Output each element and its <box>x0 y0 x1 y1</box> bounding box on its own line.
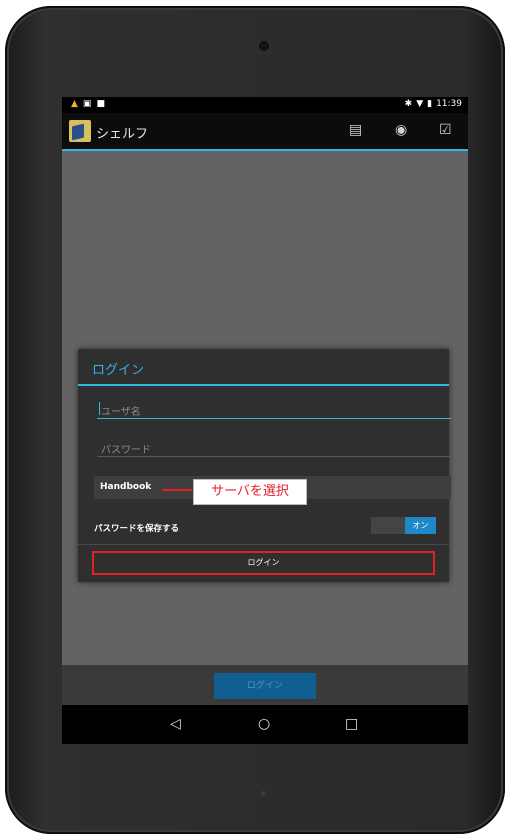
dialog-title-divider <box>78 384 449 386</box>
app-title: シェルフ <box>96 127 149 142</box>
battery-icon: ▮ <box>427 99 433 109</box>
callout-label: サーバを選択 <box>193 479 307 505</box>
front-camera <box>259 41 269 51</box>
bottom-bar: ログイン <box>62 665 468 705</box>
sensor-dot <box>261 791 266 796</box>
login-dialog: ログイン ユーザ名 パスワード Handbook サーバを選択 パスワードを保存… <box>78 349 451 582</box>
password-field[interactable]: パスワード <box>97 439 451 457</box>
broadcast-icon[interactable]: ◉ <box>395 122 407 138</box>
save-password-toggle[interactable]: オン <box>371 517 436 534</box>
text-cursor <box>99 402 100 415</box>
content-area: ログイン ユーザ名 パスワード Handbook サーバを選択 パスワードを保存… <box>62 151 468 665</box>
image-icon: ▣ <box>82 99 92 109</box>
server-value: Handbook <box>100 482 152 492</box>
username-placeholder: ユーザ名 <box>101 407 141 418</box>
device-screen: ▲ ▣ ■ ✱ ▼ ▮ 11:39 シェルフ ▤ ◉ ☑ ログイン ユーザ名 パ… <box>62 97 468 744</box>
action-bar: シェルフ ▤ ◉ ☑ <box>62 113 468 151</box>
status-time: 11:39 <box>436 99 462 109</box>
password-placeholder: パスワード <box>101 445 151 456</box>
shelf-icon[interactable]: ▤ <box>349 122 362 138</box>
bottom-login-button[interactable]: ログイン <box>214 673 316 699</box>
highlight-box <box>92 551 435 575</box>
navigation-bar: ◁ ○ □ <box>62 705 468 744</box>
status-bar: ▲ ▣ ■ ✱ ▼ ▮ 11:39 <box>62 97 468 113</box>
app-icon[interactable] <box>69 120 91 142</box>
password-underline <box>97 456 451 457</box>
wifi-icon: ▼ <box>416 99 424 109</box>
save-password-label: パスワードを保存する <box>94 524 180 534</box>
toggle-on-state: オン <box>405 517 436 534</box>
username-underline <box>97 418 451 419</box>
back-icon[interactable]: ◁ <box>170 716 181 732</box>
recents-icon[interactable]: □ <box>345 716 358 732</box>
warning-icon: ▲ <box>71 99 78 109</box>
callout-pointer <box>162 489 192 491</box>
home-icon[interactable]: ○ <box>258 716 270 732</box>
checkbox-icon[interactable]: ☑ <box>439 122 452 138</box>
dialog-title: ログイン <box>92 363 145 378</box>
bluetooth-icon: ✱ <box>404 99 413 109</box>
dialog-button-divider <box>78 544 449 545</box>
store-icon: ■ <box>96 99 105 109</box>
username-field[interactable]: ユーザ名 <box>97 401 451 419</box>
